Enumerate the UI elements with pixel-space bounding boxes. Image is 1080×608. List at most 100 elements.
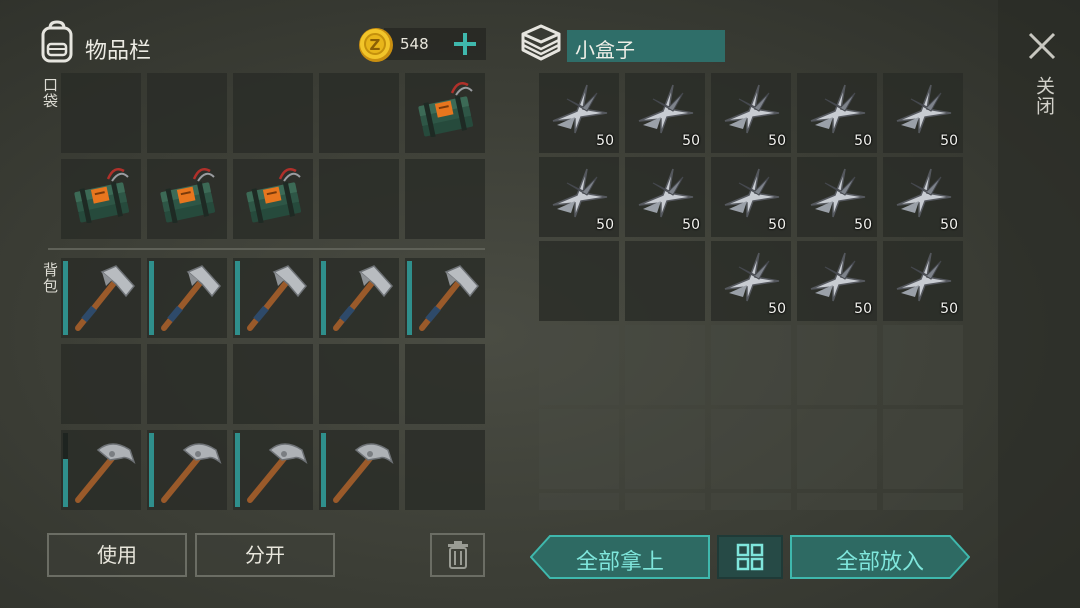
durability-bar: [63, 459, 68, 507]
metal-scrap-icon: [891, 81, 955, 141]
container-slot-empty[interactable]: [711, 409, 791, 489]
container-title: 小盒子: [575, 38, 635, 62]
close-button[interactable]: 关闭: [1022, 28, 1062, 128]
backpack-slot[interactable]: [147, 344, 227, 424]
container-slot-empty[interactable]: [625, 409, 705, 489]
durability-bar: [407, 261, 412, 335]
backpack-slot[interactable]: [147, 258, 227, 338]
backpack-slot[interactable]: [319, 258, 399, 338]
stack-count: 50: [682, 217, 700, 233]
hatchet-icon: [154, 262, 224, 338]
backpack-slot[interactable]: [233, 258, 313, 338]
metal-scrap-icon: [891, 249, 955, 309]
pocket-slot[interactable]: [405, 159, 485, 239]
container-slot[interactable]: [625, 241, 705, 321]
pocket-slot[interactable]: [233, 73, 313, 153]
durability-bar: [235, 261, 240, 335]
backpack-slot[interactable]: [61, 344, 141, 424]
container-slot[interactable]: 50: [625, 73, 705, 153]
container-slot-empty[interactable]: [797, 325, 877, 405]
split-button[interactable]: 分开: [195, 533, 335, 577]
container-slot-empty[interactable]: [883, 493, 963, 510]
plus-icon: [454, 33, 476, 55]
metal-scrap-icon: [891, 165, 955, 225]
backpack-slot[interactable]: [405, 344, 485, 424]
pocket-slot[interactable]: [147, 73, 227, 153]
stack-count: 50: [768, 217, 786, 233]
container-slot-empty[interactable]: [539, 409, 619, 489]
stack-count: 50: [940, 301, 958, 317]
container-slot[interactable]: 50: [797, 73, 877, 153]
pocket-slot[interactable]: [405, 73, 485, 153]
put-all-button[interactable]: 全部放入: [790, 535, 970, 579]
hatchet-icon: [240, 262, 310, 338]
container-slot[interactable]: 50: [539, 73, 619, 153]
container-slot-empty[interactable]: [883, 409, 963, 489]
pocket-slot[interactable]: [61, 159, 141, 239]
metal-scrap-icon: [805, 81, 869, 141]
backpack-label: 背包: [41, 262, 59, 294]
coin-icon: Z: [357, 26, 395, 64]
explosive-icon: [68, 163, 134, 227]
backpack-slot[interactable]: [233, 344, 313, 424]
container-slot-empty[interactable]: [539, 325, 619, 405]
stack-count: 50: [940, 133, 958, 149]
trash-icon: [447, 541, 468, 569]
durability-bar: [235, 433, 240, 507]
sort-button[interactable]: [717, 535, 783, 579]
container-slot[interactable]: 50: [711, 73, 791, 153]
backpack-slot[interactable]: [405, 258, 485, 338]
pocket-slot[interactable]: [319, 73, 399, 153]
container-slot[interactable]: 50: [797, 241, 877, 321]
backpack-slot[interactable]: [147, 430, 227, 510]
container-slot-empty[interactable]: [625, 493, 705, 510]
backpack-icon: [38, 20, 76, 64]
container-slot-empty[interactable]: [539, 493, 619, 510]
use-button-label: 使用: [97, 543, 137, 567]
inventory-title: 物品栏: [85, 39, 152, 64]
container-slot-empty[interactable]: [797, 409, 877, 489]
backpack-slot[interactable]: [61, 430, 141, 510]
pocket-slot[interactable]: [61, 73, 141, 153]
pickaxe-icon: [326, 434, 396, 510]
backpack-slot[interactable]: [319, 344, 399, 424]
container-slot[interactable]: 50: [883, 73, 963, 153]
container-slot-empty[interactable]: [711, 325, 791, 405]
container-slot[interactable]: 50: [797, 157, 877, 237]
container-slot-empty[interactable]: [797, 493, 877, 510]
container-slot[interactable]: 50: [539, 157, 619, 237]
pocket-slot[interactable]: [147, 159, 227, 239]
backpack-slot[interactable]: [61, 258, 141, 338]
backpack-slot[interactable]: [319, 430, 399, 510]
pocket-slot[interactable]: [233, 159, 313, 239]
add-coins-button[interactable]: [452, 31, 478, 57]
put-all-label: 全部放入: [835, 550, 924, 575]
backpack-slot[interactable]: [405, 430, 485, 510]
metal-scrap-icon: [805, 165, 869, 225]
container-slot-empty[interactable]: [711, 493, 791, 510]
take-all-label: 全部拿上: [575, 550, 664, 575]
durability-bar: [63, 261, 68, 335]
hatchet-icon: [326, 262, 396, 338]
metal-scrap-icon: [633, 165, 697, 225]
metal-scrap-icon: [547, 81, 611, 141]
take-all-button[interactable]: 全部拿上: [530, 535, 710, 579]
container-slot[interactable]: 50: [883, 157, 963, 237]
pocket-slot[interactable]: [319, 159, 399, 239]
container-slot-empty[interactable]: [883, 325, 963, 405]
container-slot[interactable]: 50: [711, 157, 791, 237]
backpack-slot[interactable]: [233, 430, 313, 510]
metal-scrap-icon: [805, 249, 869, 309]
use-button[interactable]: 使用: [47, 533, 187, 577]
container-slot[interactable]: 50: [711, 241, 791, 321]
container-slot[interactable]: 50: [625, 157, 705, 237]
section-divider: [48, 248, 485, 250]
container-slot[interactable]: 50: [883, 241, 963, 321]
hatchet-icon: [68, 262, 138, 338]
container-slot[interactable]: [539, 241, 619, 321]
durability-bar: [149, 433, 154, 507]
trash-button[interactable]: [430, 533, 485, 577]
container-slot-empty[interactable]: [625, 325, 705, 405]
split-button-label: 分开: [245, 543, 285, 567]
pocket-label: 口袋: [41, 77, 59, 109]
